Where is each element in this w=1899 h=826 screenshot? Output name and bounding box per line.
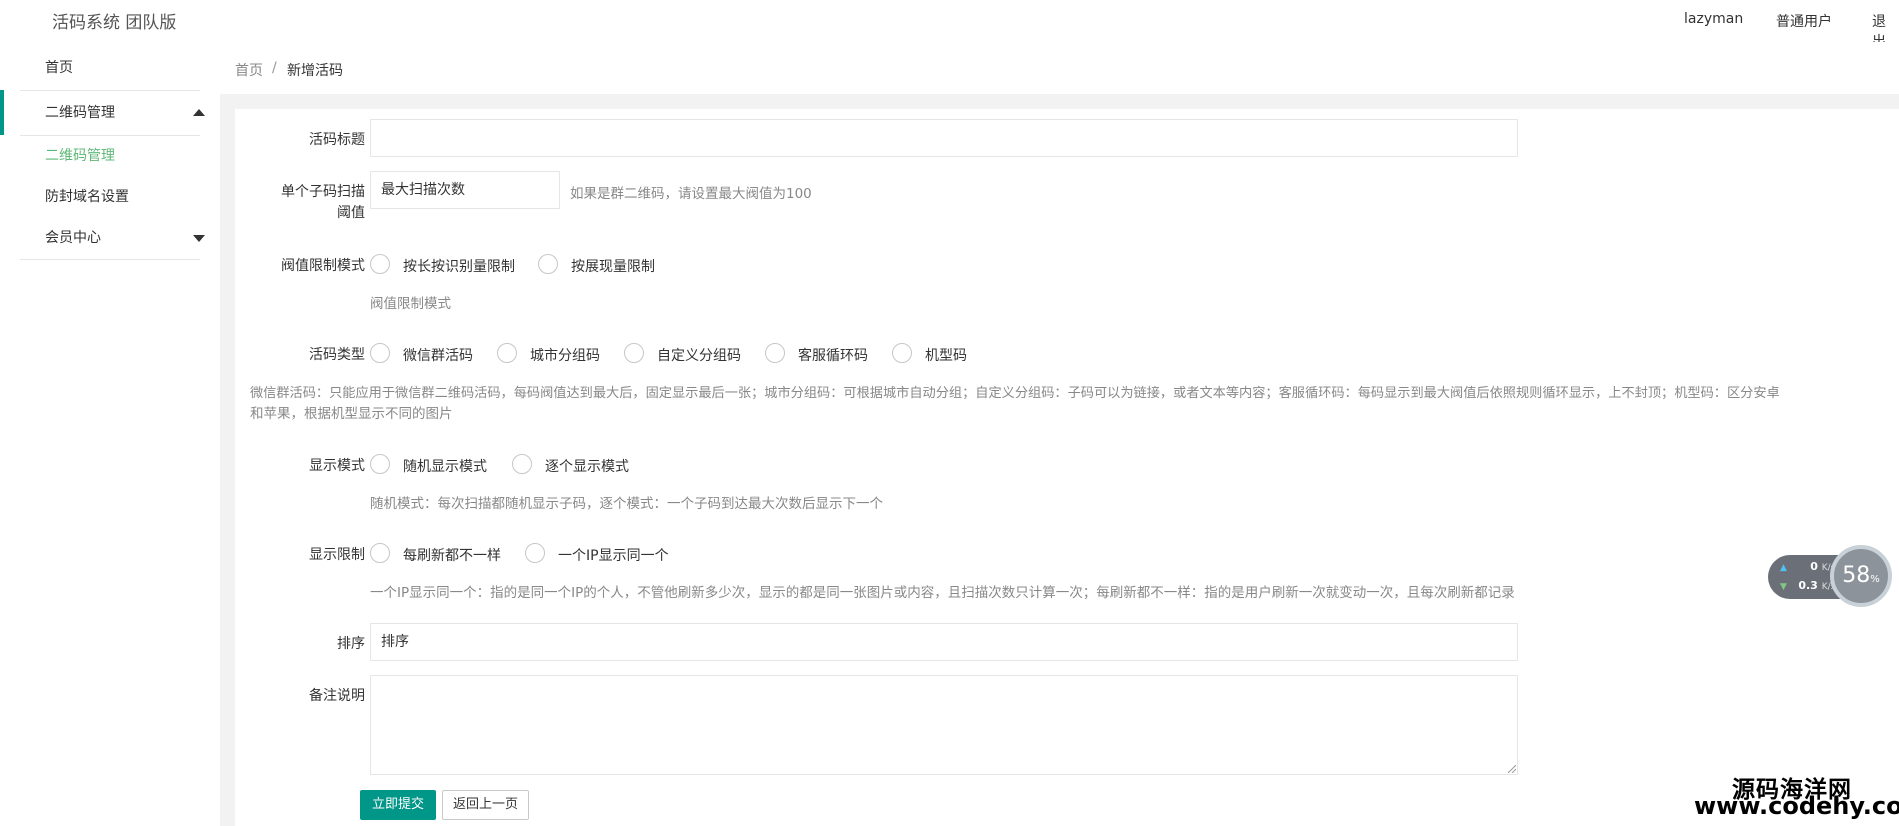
- display-mode-help: 随机模式：每次扫描都随机显示子码，逐个模式：一个子码到达最大次数后显示下一个: [370, 496, 883, 512]
- watermark-url: www.codehy.com: [1694, 792, 1899, 820]
- download-arrow-icon: ▼: [1780, 582, 1787, 592]
- sidebar-item-member[interactable]: 会员中心: [45, 227, 101, 247]
- display-mode-radio-random[interactable]: [370, 454, 390, 474]
- breadcrumb-home[interactable]: 首页: [235, 60, 263, 80]
- sidebar-active-indicator: [0, 90, 4, 135]
- submit-button[interactable]: 立即提交: [360, 790, 437, 820]
- limit-mode-option-label[interactable]: 按展现量限制: [571, 256, 655, 276]
- caret-down-icon[interactable]: [193, 235, 205, 242]
- user-role-link[interactable]: 普通用户: [1776, 11, 1832, 31]
- threshold-label-line2: 阈值: [337, 205, 365, 221]
- sidebar-divider: [20, 90, 200, 91]
- display-mode-option-label[interactable]: 随机显示模式: [403, 456, 487, 476]
- top-header: 活码系统 团队版 lazyman 普通用户 退出: [0, 0, 1899, 50]
- app-logo: 活码系统 团队版: [52, 13, 177, 33]
- type-option-label[interactable]: 机型码: [925, 345, 967, 365]
- caret-up-icon[interactable]: [193, 109, 205, 116]
- display-limit-help: 一个IP显示同一个：指的是同一个IP的个人，不管他刷新多少次，显示的都是同一张图…: [370, 585, 1515, 601]
- limit-mode-radio-display[interactable]: [538, 254, 558, 274]
- display-mode-radio-sequential[interactable]: [512, 454, 532, 474]
- remark-textarea[interactable]: [370, 675, 1518, 775]
- sidebar-divider: [20, 259, 200, 260]
- type-label: 活码类型: [309, 347, 365, 363]
- display-limit-label: 显示限制: [309, 547, 365, 563]
- display-limit-radio-ip[interactable]: [525, 543, 545, 563]
- display-mode-label: 显示模式: [309, 458, 365, 474]
- upload-speed: ▲ 0 K/s: [1780, 560, 1836, 573]
- username-link[interactable]: lazyman: [1684, 11, 1743, 27]
- sidebar-item-anti-block[interactable]: 防封域名设置: [45, 186, 129, 206]
- type-help-line2: 和苹果，根据机型显示不同的图片: [250, 406, 453, 422]
- type-radio-wechat-group[interactable]: [370, 343, 390, 363]
- sidebar-item-home[interactable]: 首页: [45, 57, 73, 77]
- type-radio-service-loop[interactable]: [765, 343, 785, 363]
- breadcrumb-separator: /: [272, 60, 277, 76]
- type-option-label[interactable]: 自定义分组码: [657, 345, 741, 365]
- sort-input[interactable]: 排序: [370, 623, 1518, 661]
- type-option-label[interactable]: 城市分组码: [530, 345, 600, 365]
- display-limit-option-label[interactable]: 一个IP显示同一个: [558, 545, 669, 565]
- sidebar: 首页 二维码管理 二维码管理 防封域名设置 会员中心: [0, 42, 220, 826]
- limit-mode-option-label[interactable]: 按长按识别量限制: [403, 256, 515, 276]
- threshold-input[interactable]: 最大扫描次数: [370, 171, 560, 209]
- type-help-line1: 微信群活码：只能应用于微信群二维码活码，每码阀值达到最大后，固定显示最后一张；城…: [250, 386, 1780, 401]
- resize-grip-icon[interactable]: [1508, 765, 1516, 773]
- threshold-label-line1: 单个子码扫描: [281, 184, 365, 200]
- sort-label: 排序: [337, 636, 365, 652]
- type-option-label[interactable]: 客服循环码: [798, 345, 868, 365]
- memory-usage-gauge[interactable]: 58%: [1830, 545, 1892, 607]
- limit-mode-help: 阀值限制模式: [370, 296, 451, 312]
- remark-label: 备注说明: [309, 688, 365, 704]
- upload-arrow-icon: ▲: [1780, 563, 1787, 573]
- download-speed: ▼ 0.3 K/s: [1780, 579, 1836, 592]
- type-radio-city[interactable]: [497, 343, 517, 363]
- limit-mode-label: 阀值限制模式: [281, 258, 365, 274]
- type-radio-device[interactable]: [892, 343, 912, 363]
- title-label: 活码标题: [309, 132, 365, 148]
- threshold-help: 如果是群二维码，请设置最大阀值为100: [570, 186, 812, 202]
- display-limit-radio-refresh[interactable]: [370, 543, 390, 563]
- sidebar-item-qr-group[interactable]: 二维码管理: [45, 102, 115, 122]
- breadcrumb-current: 新增活码: [287, 63, 343, 79]
- title-input[interactable]: [370, 119, 1518, 157]
- display-limit-option-label[interactable]: 每刷新都不一样: [403, 545, 501, 565]
- limit-mode-radio-longpress[interactable]: [370, 254, 390, 274]
- sidebar-item-qr-manage[interactable]: 二维码管理: [45, 145, 115, 165]
- back-button[interactable]: 返回上一页: [442, 790, 530, 820]
- display-mode-option-label[interactable]: 逐个显示模式: [545, 456, 629, 476]
- form-panel: 活码标题 单个子码扫描 阈值 最大扫描次数 如果是群二维码，请设置最大阀值为10…: [235, 109, 1899, 826]
- breadcrumb: 首页 / 新增活码: [220, 42, 1899, 94]
- sidebar-divider: [20, 135, 200, 136]
- type-radio-custom[interactable]: [624, 343, 644, 363]
- type-option-label[interactable]: 微信群活码: [403, 345, 473, 365]
